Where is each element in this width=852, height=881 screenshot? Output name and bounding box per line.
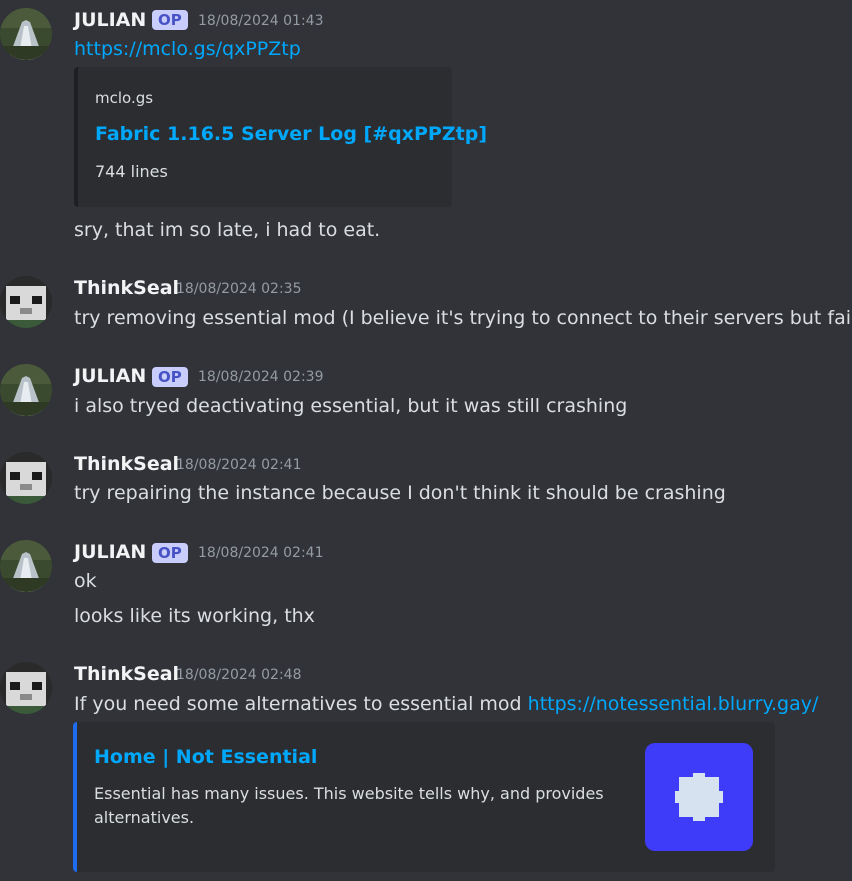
avatar-thinkseal[interactable] [0, 452, 52, 504]
author-name[interactable]: ThinkSeal [74, 452, 179, 476]
embed-provider[interactable]: mclo.gs [95, 89, 153, 107]
notessential-link[interactable]: https://notessential.blurry.gay/ [528, 693, 819, 715]
op-badge: OP [152, 10, 188, 30]
timestamp: 18/08/2024 02:41 [198, 545, 324, 561]
embed-thumbnail[interactable] [645, 743, 753, 851]
message-text: i also tryed deactivating essential, but… [74, 395, 628, 417]
log-link[interactable]: https://mclo.gs/qxPPZtp [74, 37, 301, 61]
author-name[interactable]: JULIAN [74, 364, 146, 388]
op-badge: OP [152, 543, 188, 563]
avatar-julian[interactable] [0, 8, 52, 60]
waterfall-avatar-icon [0, 364, 52, 416]
avatar-thinkseal[interactable] [0, 662, 52, 714]
seal-avatar-icon [0, 662, 52, 714]
author-name[interactable]: ThinkSeal [74, 276, 179, 300]
seal-avatar-icon [0, 452, 52, 504]
embed-description-line: alternatives. [94, 808, 195, 827]
link-embed: Home | Not Essential Essential has many … [73, 722, 775, 872]
embed-description: 744 lines [95, 162, 168, 181]
message-text: try removing essential mod (I believe it… [74, 307, 852, 329]
seal-avatar-icon [0, 276, 52, 328]
embed-description-line: Essential has many issues. This website … [94, 784, 604, 803]
author-name[interactable]: JULIAN [74, 540, 146, 564]
timestamp: 18/08/2024 02:35 [176, 281, 302, 297]
op-badge: OP [152, 367, 188, 387]
message-text: try repairing the instance because I don… [74, 482, 726, 504]
message-text-body: If you need some alternatives to essenti… [74, 693, 522, 715]
message-text: looks like its working, thx [74, 605, 315, 627]
embed-description: Essential has many issues. This website … [94, 782, 604, 830]
message-text: sry, that im so late, i had to eat. [74, 219, 381, 241]
embed-title[interactable]: Fabric 1.16.5 Server Log [#qxPPZtp] [95, 123, 487, 145]
message-text: ok [74, 570, 97, 592]
puzzle-icon [675, 773, 723, 821]
waterfall-avatar-icon [0, 8, 52, 60]
timestamp: 18/08/2024 02:39 [198, 369, 324, 385]
avatar-julian[interactable] [0, 540, 52, 592]
link-embed: mclo.gs Fabric 1.16.5 Server Log [#qxPPZ… [74, 67, 487, 207]
author-name[interactable]: JULIAN [74, 8, 146, 32]
author-name[interactable]: ThinkSeal [74, 662, 179, 686]
timestamp: 18/08/2024 02:48 [176, 667, 302, 683]
embed-title[interactable]: Home | Not Essential [94, 746, 317, 768]
timestamp: 18/08/2024 01:43 [198, 13, 324, 29]
timestamp: 18/08/2024 02:41 [176, 457, 302, 473]
avatar-thinkseal[interactable] [0, 276, 52, 328]
waterfall-avatar-icon [0, 540, 52, 592]
message-text: If you need some alternatives to essenti… [74, 692, 818, 716]
avatar-julian[interactable] [0, 364, 52, 416]
